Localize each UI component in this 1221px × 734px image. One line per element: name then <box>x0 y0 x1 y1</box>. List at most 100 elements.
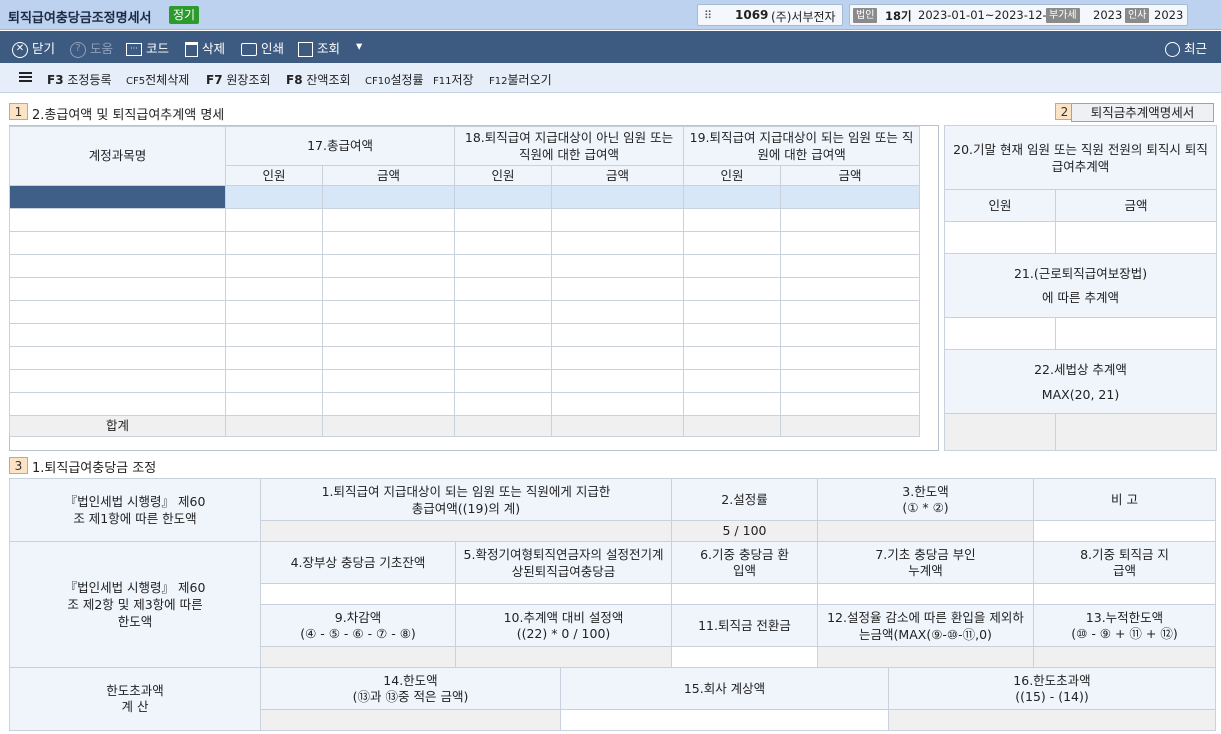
table-cell[interactable] <box>454 277 553 301</box>
table-cell[interactable] <box>780 346 921 370</box>
table-cell[interactable] <box>321 346 456 370</box>
table-cell[interactable] <box>321 185 456 209</box>
account-cell[interactable] <box>9 208 226 232</box>
dc-pension-allowance-input[interactable] <box>455 583 672 605</box>
account-cell[interactable] <box>9 185 226 209</box>
table-cell[interactable] <box>454 185 553 209</box>
retirement-estimate-statement-button[interactable]: 퇴직금추계액명세서 <box>1071 103 1214 122</box>
f3-register-button[interactable]: F3 조정등록 <box>47 71 112 88</box>
f8-balance-button[interactable]: F8 잔액조회 <box>286 71 351 88</box>
table-cell[interactable] <box>683 369 782 393</box>
table-cell[interactable] <box>780 392 921 416</box>
f7-ledger-button[interactable]: F7 원장조회 <box>206 71 271 88</box>
table-cell[interactable] <box>321 277 456 301</box>
reversal-input[interactable] <box>671 583 818 605</box>
table-row[interactable] <box>9 231 921 255</box>
remark-input[interactable] <box>1033 520 1216 542</box>
table-cell[interactable] <box>454 323 553 347</box>
table-row[interactable] <box>9 346 921 370</box>
account-cell[interactable] <box>9 254 226 278</box>
print-button[interactable]: 인쇄 <box>241 38 284 57</box>
table-cell[interactable] <box>225 185 323 209</box>
table-cell[interactable] <box>454 392 553 416</box>
table-cell[interactable] <box>225 231 323 255</box>
table-cell[interactable] <box>454 208 553 232</box>
table-cell[interactable] <box>780 323 921 347</box>
table-cell[interactable] <box>683 185 782 209</box>
account-cell[interactable] <box>9 277 226 301</box>
table-cell[interactable] <box>780 231 921 255</box>
table-cell[interactable] <box>683 323 782 347</box>
table-cell[interactable] <box>321 300 456 324</box>
table-cell[interactable] <box>454 369 553 393</box>
table-cell[interactable] <box>683 346 782 370</box>
table-cell[interactable] <box>454 254 553 278</box>
table-row[interactable] <box>9 277 921 301</box>
table-row[interactable] <box>9 208 921 232</box>
f11-save-button[interactable]: F11저장 <box>433 71 474 88</box>
more-dropdown[interactable]: ▾ <box>356 38 362 53</box>
table-cell[interactable] <box>683 392 782 416</box>
opening-disallowed-input[interactable] <box>817 583 1034 605</box>
table-row[interactable] <box>9 300 921 324</box>
table-row[interactable] <box>9 185 921 209</box>
table-cell[interactable] <box>321 208 456 232</box>
table-cell[interactable] <box>551 369 685 393</box>
table-cell[interactable] <box>225 323 323 347</box>
account-cell[interactable] <box>9 300 226 324</box>
table-row[interactable] <box>9 323 921 347</box>
retirement-paid-input[interactable] <box>1033 583 1216 605</box>
company-selector[interactable]: ⠿ 1069 (주)서부전자 <box>697 4 843 26</box>
table-cell[interactable] <box>225 208 323 232</box>
table-cell[interactable] <box>683 300 782 324</box>
table-cell[interactable] <box>780 277 921 301</box>
cf10-rate-button[interactable]: CF10설정률 <box>365 71 424 88</box>
company-booked-input[interactable] <box>560 709 889 731</box>
table-cell[interactable] <box>454 346 553 370</box>
menu-icon[interactable] <box>19 72 32 82</box>
table-cell[interactable] <box>780 300 921 324</box>
book-opening-balance-input[interactable] <box>260 583 456 605</box>
estimate-amount-input[interactable] <box>1054 221 1218 254</box>
table-cell[interactable] <box>321 369 456 393</box>
table-cell[interactable] <box>454 231 553 255</box>
table-cell[interactable] <box>225 277 323 301</box>
table-cell[interactable] <box>225 369 323 393</box>
account-cell[interactable] <box>9 392 226 416</box>
account-cell[interactable] <box>9 346 226 370</box>
estimate-people-input[interactable] <box>944 221 1056 254</box>
table-cell[interactable] <box>321 392 456 416</box>
table-cell[interactable] <box>551 254 685 278</box>
table-cell[interactable] <box>551 185 685 209</box>
table-cell[interactable] <box>551 323 685 347</box>
table-cell[interactable] <box>321 254 456 278</box>
table-cell[interactable] <box>551 231 685 255</box>
table-cell[interactable] <box>780 369 921 393</box>
delete-button[interactable]: 삭제 <box>185 38 225 57</box>
table-cell[interactable] <box>780 208 921 232</box>
table-cell[interactable] <box>225 346 323 370</box>
table-cell[interactable] <box>321 323 456 347</box>
table-cell[interactable] <box>321 231 456 255</box>
table-cell[interactable] <box>780 254 921 278</box>
period-info[interactable]: 법인 18기 2023-01-01~2023-12-31 부가세 2023 인사… <box>849 4 1188 26</box>
table-cell[interactable] <box>454 300 553 324</box>
guarantee-amount-input[interactable] <box>1054 317 1218 350</box>
help-button[interactable]: ? 도움 <box>70 38 113 58</box>
table-cell[interactable] <box>780 185 921 209</box>
table-cell[interactable] <box>683 277 782 301</box>
table-row[interactable] <box>9 254 921 278</box>
close-button[interactable]: ✕ 닫기 <box>12 38 55 58</box>
account-cell[interactable] <box>9 369 226 393</box>
table-cell[interactable] <box>551 392 685 416</box>
cf5-delete-all-button[interactable]: CF5전체삭제 <box>126 71 189 88</box>
f12-load-button[interactable]: F12불러오기 <box>489 71 552 88</box>
table-row[interactable] <box>9 369 921 393</box>
conversion-input[interactable] <box>671 646 818 668</box>
table-cell[interactable] <box>225 392 323 416</box>
table-row[interactable] <box>9 392 921 416</box>
recent-button[interactable]: 최근 <box>1165 38 1207 57</box>
account-cell[interactable] <box>9 231 226 255</box>
guarantee-people-input[interactable] <box>944 317 1056 350</box>
table-cell[interactable] <box>225 254 323 278</box>
